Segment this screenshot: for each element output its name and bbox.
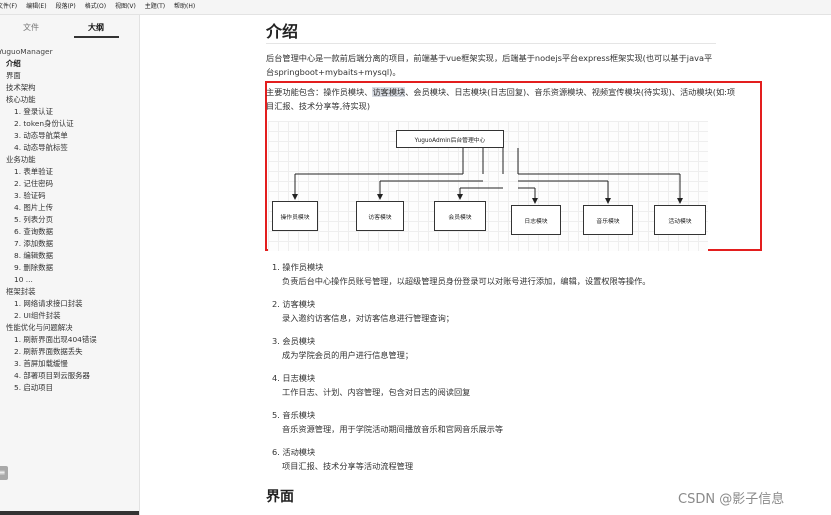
outline-item[interactable]: 界面 xyxy=(0,70,139,82)
selected-text: 访客模块 xyxy=(372,87,406,97)
outline-item[interactable]: 介绍 xyxy=(0,58,139,70)
module-title: 2. 访客模块 xyxy=(272,299,316,309)
next-section-title: 界面 xyxy=(266,489,294,505)
outline-item[interactable]: 3. 验证码 xyxy=(0,190,139,202)
sidebar: 文件 大纲 YuguoManager 介绍 界面 技术架构 核心功能 1. 登录认证 2. … xyxy=(0,15,140,515)
outline-item[interactable]: 业务功能 xyxy=(0,154,139,166)
outline-item[interactable]: 2. UI组件封装 xyxy=(0,310,139,322)
outline-list: YuguoManager 介绍 界面 技术架构 核心功能 1. 登录认证 2. token身… xyxy=(0,46,139,394)
menu-edit[interactable]: 编辑(E) xyxy=(26,0,46,14)
outline-item[interactable]: 2. 记住密码 xyxy=(0,178,139,190)
outline-item[interactable]: 10 ... xyxy=(0,274,139,286)
outline-item[interactable]: 4. 部署项目到云服务器 xyxy=(0,370,139,382)
module-title: 5. 音乐模块 xyxy=(272,410,316,420)
title-divider xyxy=(266,43,716,44)
module-desc: 项目汇报、技术分享等活动流程管理 xyxy=(282,461,414,471)
outline-item[interactable]: 4. 动态导航标签 xyxy=(0,142,139,154)
diagram-node-music: 音乐模块 xyxy=(583,205,633,235)
module-title: 3. 会员模块 xyxy=(272,336,316,346)
diagram-node-log: 日志模块 xyxy=(511,205,561,235)
menu-bar: 文件(F) 编辑(E) 段落(P) 格式(O) 视图(V) 主题(T) 帮助(H… xyxy=(0,0,831,15)
outline-item[interactable]: 2. 刷新界面数据丢失 xyxy=(0,346,139,358)
csdn-watermark: CSDN @影子信息 xyxy=(678,492,785,507)
active-tab-indicator xyxy=(74,36,119,38)
module-desc: 音乐资源管理，用于学院活动期间播放音乐和官网音乐展示等 xyxy=(282,424,504,434)
module-title: 1. 操作员模块 xyxy=(272,262,324,272)
menu-paragraph[interactable]: 段落(P) xyxy=(55,0,75,14)
outline-item[interactable]: 7. 添加数据 xyxy=(0,238,139,250)
diagram-node-activity: 活动模块 xyxy=(654,205,706,235)
outline-item[interactable]: 5. 列表分页 xyxy=(0,214,139,226)
outline-item[interactable]: 2. token身份认证 xyxy=(0,118,139,130)
menu-format[interactable]: 格式(O) xyxy=(85,0,106,14)
outline-item[interactable]: 1. 刷新界面出现404错误 xyxy=(0,334,139,346)
outline-item[interactable]: 1. 网络请求接口封装 xyxy=(0,298,139,310)
sidebar-bottom-bar xyxy=(0,511,139,515)
outline-item[interactable]: 3. 动态导航菜单 xyxy=(0,130,139,142)
menu-view[interactable]: 视图(V) xyxy=(115,0,136,14)
intro-paragraph: 后台管理中心是一款前后端分离的项目，前端基于vue框架实现，后端基于nodejs… xyxy=(266,53,713,77)
outline-item[interactable]: YuguoManager xyxy=(0,46,139,58)
tab-files[interactable]: 文件 xyxy=(23,22,39,33)
outline-item[interactable]: 6. 查询数据 xyxy=(0,226,139,238)
features-text-pre: 主要功能包含：操作员模块、 xyxy=(266,87,373,97)
menu-file[interactable]: 文件(F) xyxy=(0,0,17,14)
module-desc: 工作日志、计划、内容管理，包含对日志的阅读回复 xyxy=(282,387,471,397)
module-desc: 录入邀约访客信息，对访客信息进行管理查询； xyxy=(282,313,454,323)
features-paragraph: 主要功能包含：操作员模块、访客模块、会员模块、日志模块(日志回复)、音乐资源模块… xyxy=(266,85,736,113)
module-title: 6. 活动模块 xyxy=(272,447,316,457)
tab-outline[interactable]: 大纲 xyxy=(88,22,104,33)
menu-help[interactable]: 帮助(H) xyxy=(174,0,195,14)
section-title: 介绍 xyxy=(266,22,299,41)
outline-item[interactable]: 1. 表单验证 xyxy=(0,166,139,178)
module-desc: 负责后台中心操作员账号管理，以超级管理员身份登录可以对账号进行添加，编辑，设置权… xyxy=(282,276,651,286)
outline-item[interactable]: 1. 登录认证 xyxy=(0,106,139,118)
outline-item[interactable]: 核心功能 xyxy=(0,94,139,106)
diagram-root-node: YuguoAdmin后台管理中心 xyxy=(396,130,504,148)
outline-item[interactable]: 9. 删除数据 xyxy=(0,262,139,274)
diagram-node-visitor: 访客模块 xyxy=(356,201,404,231)
diagram-node-member: 会员模块 xyxy=(434,201,486,231)
outline-item[interactable]: 框架封装 xyxy=(0,286,139,298)
module-diagram: YuguoAdmin后台管理中心 操作员模块 访客模块 会员模块 日志模块 音乐… xyxy=(268,121,708,251)
module-list: 1. 操作员模块 负责后台中心操作员账号管理，以超级管理员身份登录可以对账号进行… xyxy=(272,260,722,482)
outline-item[interactable]: 3. 首屏加载缓慢 xyxy=(0,358,139,370)
sidebar-tabs: 文件 大纲 xyxy=(0,15,139,39)
outline-toggle-icon[interactable]: ≡ xyxy=(0,466,8,480)
outline-item[interactable]: 8. 编辑数据 xyxy=(0,250,139,262)
module-title: 4. 日志模块 xyxy=(272,373,316,383)
module-desc: 成为学院会员的用户进行信息管理； xyxy=(282,350,414,360)
outline-item[interactable]: 性能优化与问题解决 xyxy=(0,322,139,334)
outline-item[interactable]: 4. 图片上传 xyxy=(0,202,139,214)
outline-item[interactable]: 5. 启动项目 xyxy=(0,382,139,394)
diagram-node-operator: 操作员模块 xyxy=(272,201,318,231)
menu-theme[interactable]: 主题(T) xyxy=(145,0,165,14)
outline-item[interactable]: 技术架构 xyxy=(0,82,139,94)
